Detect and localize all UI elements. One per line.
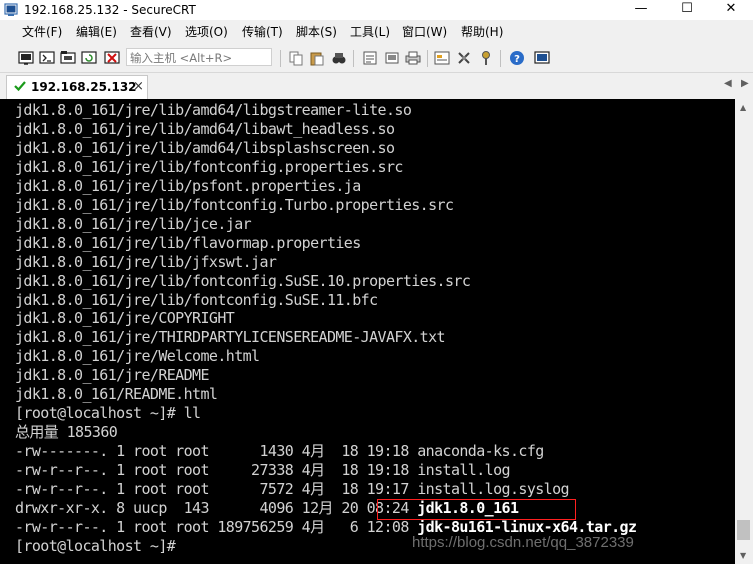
menu-window[interactable]: 窗口(W) bbox=[402, 24, 447, 40]
toolbar-separator bbox=[427, 50, 428, 67]
listing-prefix: -rw-r--r--. 1 root root 7572 4月 18 19:17 bbox=[15, 480, 418, 499]
terminal-line: jdk1.8.0_161/jre/COPYRIGHT bbox=[15, 309, 235, 328]
toolbar-separator bbox=[280, 50, 281, 67]
connect-in-tab-icon[interactable] bbox=[60, 50, 76, 66]
menu-bar: 文件(F) 编辑(E) 查看(V) 选项(O) 传输(T) 脚本(S) 工具(L… bbox=[0, 20, 753, 44]
highlight-annotation-box bbox=[377, 499, 576, 520]
disconnect-icon[interactable] bbox=[104, 50, 120, 66]
menu-file[interactable]: 文件(F) bbox=[22, 24, 62, 40]
terminal-line: jdk1.8.0_161/jre/lib/amd64/libawt_headle… bbox=[15, 119, 395, 138]
terminal-line: jdk1.8.0_161/jre/lib/fontconfig.SuSE.11.… bbox=[15, 290, 378, 309]
menu-options[interactable]: 选项(O) bbox=[185, 24, 228, 40]
tab-close-icon[interactable]: × bbox=[133, 79, 144, 94]
help-icon[interactable]: ? bbox=[509, 50, 525, 66]
terminal-view[interactable]: jdk1.8.0_161/jre/lib/amd64/libgstreamer-… bbox=[0, 99, 735, 564]
copy-icon[interactable] bbox=[288, 50, 304, 66]
reconnect-icon[interactable] bbox=[81, 50, 97, 66]
terminal-line: jdk1.8.0_161/jre/lib/fontconfig.SuSE.10.… bbox=[15, 271, 471, 290]
terminal-line: jdk1.8.0_161/jre/lib/jce.jar bbox=[15, 214, 252, 233]
terminal-line: jdk1.8.0_161/jre/THIRDPARTYLICENSEREADME… bbox=[15, 328, 446, 347]
menu-help[interactable]: 帮助(H) bbox=[461, 24, 503, 40]
connected-check-icon bbox=[14, 81, 26, 92]
listing-prefix: -rw-r--r--. 1 root root 27338 4月 18 19:1… bbox=[15, 461, 418, 480]
title-bar: 192.168.25.132 - SecureCRT — ☐ ✕ bbox=[0, 0, 753, 20]
toolbar: 输入主机 <Alt+R> ? bbox=[0, 44, 753, 73]
listing-prefix: -rw-r--r--. 1 root root 189756259 4月 6 1… bbox=[15, 517, 418, 536]
listing-filename: install.log.syslog bbox=[417, 480, 569, 499]
print-setup-icon[interactable] bbox=[362, 50, 378, 66]
quick-connect-input[interactable]: 输入主机 <Alt+R> bbox=[126, 48, 272, 66]
tab-scroll-right-icon[interactable]: ▶ bbox=[741, 78, 749, 89]
listing-row: -rw-r--r--. 1 root root 27338 4月 18 19:1… bbox=[15, 461, 511, 480]
session-options-icon[interactable] bbox=[434, 50, 450, 66]
watermark-url: https://blog.csdn.net/qq_3872339 bbox=[412, 534, 634, 551]
terminal-line: jdk1.8.0_161/jre/Welcome.html bbox=[15, 347, 260, 366]
terminal-line: jdk1.8.0_161/jre/lib/amd64/libgstreamer-… bbox=[15, 101, 412, 119]
close-window-button[interactable]: ✕ bbox=[708, 0, 753, 20]
terminal-line: jdk1.8.0_161/jre/lib/amd64/libsplashscre… bbox=[15, 138, 395, 157]
keymap-icon[interactable] bbox=[478, 50, 494, 66]
print-screen-icon[interactable] bbox=[384, 50, 400, 66]
session-tab-bar: 192.168.25.132 × ◀ ▶ bbox=[0, 73, 753, 99]
listing-row: -rw-r--r--. 1 root root 7572 4月 18 19:17… bbox=[15, 480, 570, 499]
securecrt-app-icon bbox=[4, 3, 18, 16]
quick-connect-icon[interactable] bbox=[39, 50, 55, 66]
terminal-line: jdk1.8.0_161/jre/lib/psfont.properties.j… bbox=[15, 176, 361, 195]
terminal-line: jdk1.8.0_161/README.html bbox=[15, 385, 218, 404]
terminal-prompt: [root@localhost ~]# bbox=[15, 536, 184, 555]
find-icon[interactable] bbox=[331, 50, 347, 66]
terminal-line: jdk1.8.0_161/jre/lib/fontconfig.properti… bbox=[15, 157, 403, 176]
tab-session[interactable]: 192.168.25.132 × bbox=[6, 75, 148, 99]
terminal-total-line: 总用量 185360 bbox=[15, 423, 118, 442]
tab-label: 192.168.25.132 bbox=[31, 80, 137, 94]
global-options-icon[interactable] bbox=[456, 50, 472, 66]
minimize-button[interactable]: — bbox=[618, 0, 664, 20]
listing-filename: install.log bbox=[417, 461, 510, 480]
scroll-down-icon[interactable]: ▼ bbox=[740, 551, 746, 560]
vertical-scrollbar[interactable]: ▲ ▼ bbox=[735, 99, 753, 564]
paste-icon[interactable] bbox=[309, 50, 325, 66]
menu-tools[interactable]: 工具(L) bbox=[350, 24, 390, 40]
listing-prefix: -rw-------. 1 root root 1430 4月 18 19:18 bbox=[15, 442, 418, 461]
scroll-up-icon[interactable]: ▲ bbox=[740, 103, 746, 112]
about-icon[interactable] bbox=[534, 50, 550, 66]
maximize-button[interactable]: ☐ bbox=[664, 0, 710, 20]
menu-view[interactable]: 查看(V) bbox=[130, 24, 172, 40]
terminal-output: jdk1.8.0_161/jre/lib/amd64/libgstreamer-… bbox=[15, 101, 637, 556]
menu-script[interactable]: 脚本(S) bbox=[296, 24, 337, 40]
scroll-thumb[interactable] bbox=[737, 520, 750, 540]
tab-scroll-left-icon[interactable]: ◀ bbox=[724, 78, 732, 89]
menu-edit[interactable]: 编辑(E) bbox=[76, 24, 117, 40]
menu-transfer[interactable]: 传输(T) bbox=[242, 24, 283, 40]
toolbar-separator bbox=[500, 50, 501, 67]
terminal-line: jdk1.8.0_161/jre/README bbox=[15, 366, 210, 385]
terminal-line: jdk1.8.0_161/jre/lib/flavormap.propertie… bbox=[15, 233, 361, 252]
listing-prefix: drwxr-xr-x. 8 uucp 143 4096 12月 20 08:24 bbox=[15, 499, 418, 518]
svg-text:?: ? bbox=[514, 54, 520, 65]
terminal-line: jdk1.8.0_161/jre/lib/fontconfig.Turbo.pr… bbox=[15, 195, 454, 214]
terminal-line: jdk1.8.0_161/jre/lib/jfxswt.jar bbox=[15, 252, 277, 271]
window-title: 192.168.25.132 - SecureCRT bbox=[24, 3, 196, 17]
connect-icon[interactable] bbox=[18, 50, 34, 66]
terminal-command-line: [root@localhost ~]# ll bbox=[15, 404, 201, 423]
listing-filename: anaconda-ks.cfg bbox=[417, 442, 544, 461]
toolbar-separator bbox=[353, 50, 354, 67]
print-icon[interactable] bbox=[405, 50, 421, 66]
listing-row: -rw-------. 1 root root 1430 4月 18 19:18… bbox=[15, 442, 544, 460]
